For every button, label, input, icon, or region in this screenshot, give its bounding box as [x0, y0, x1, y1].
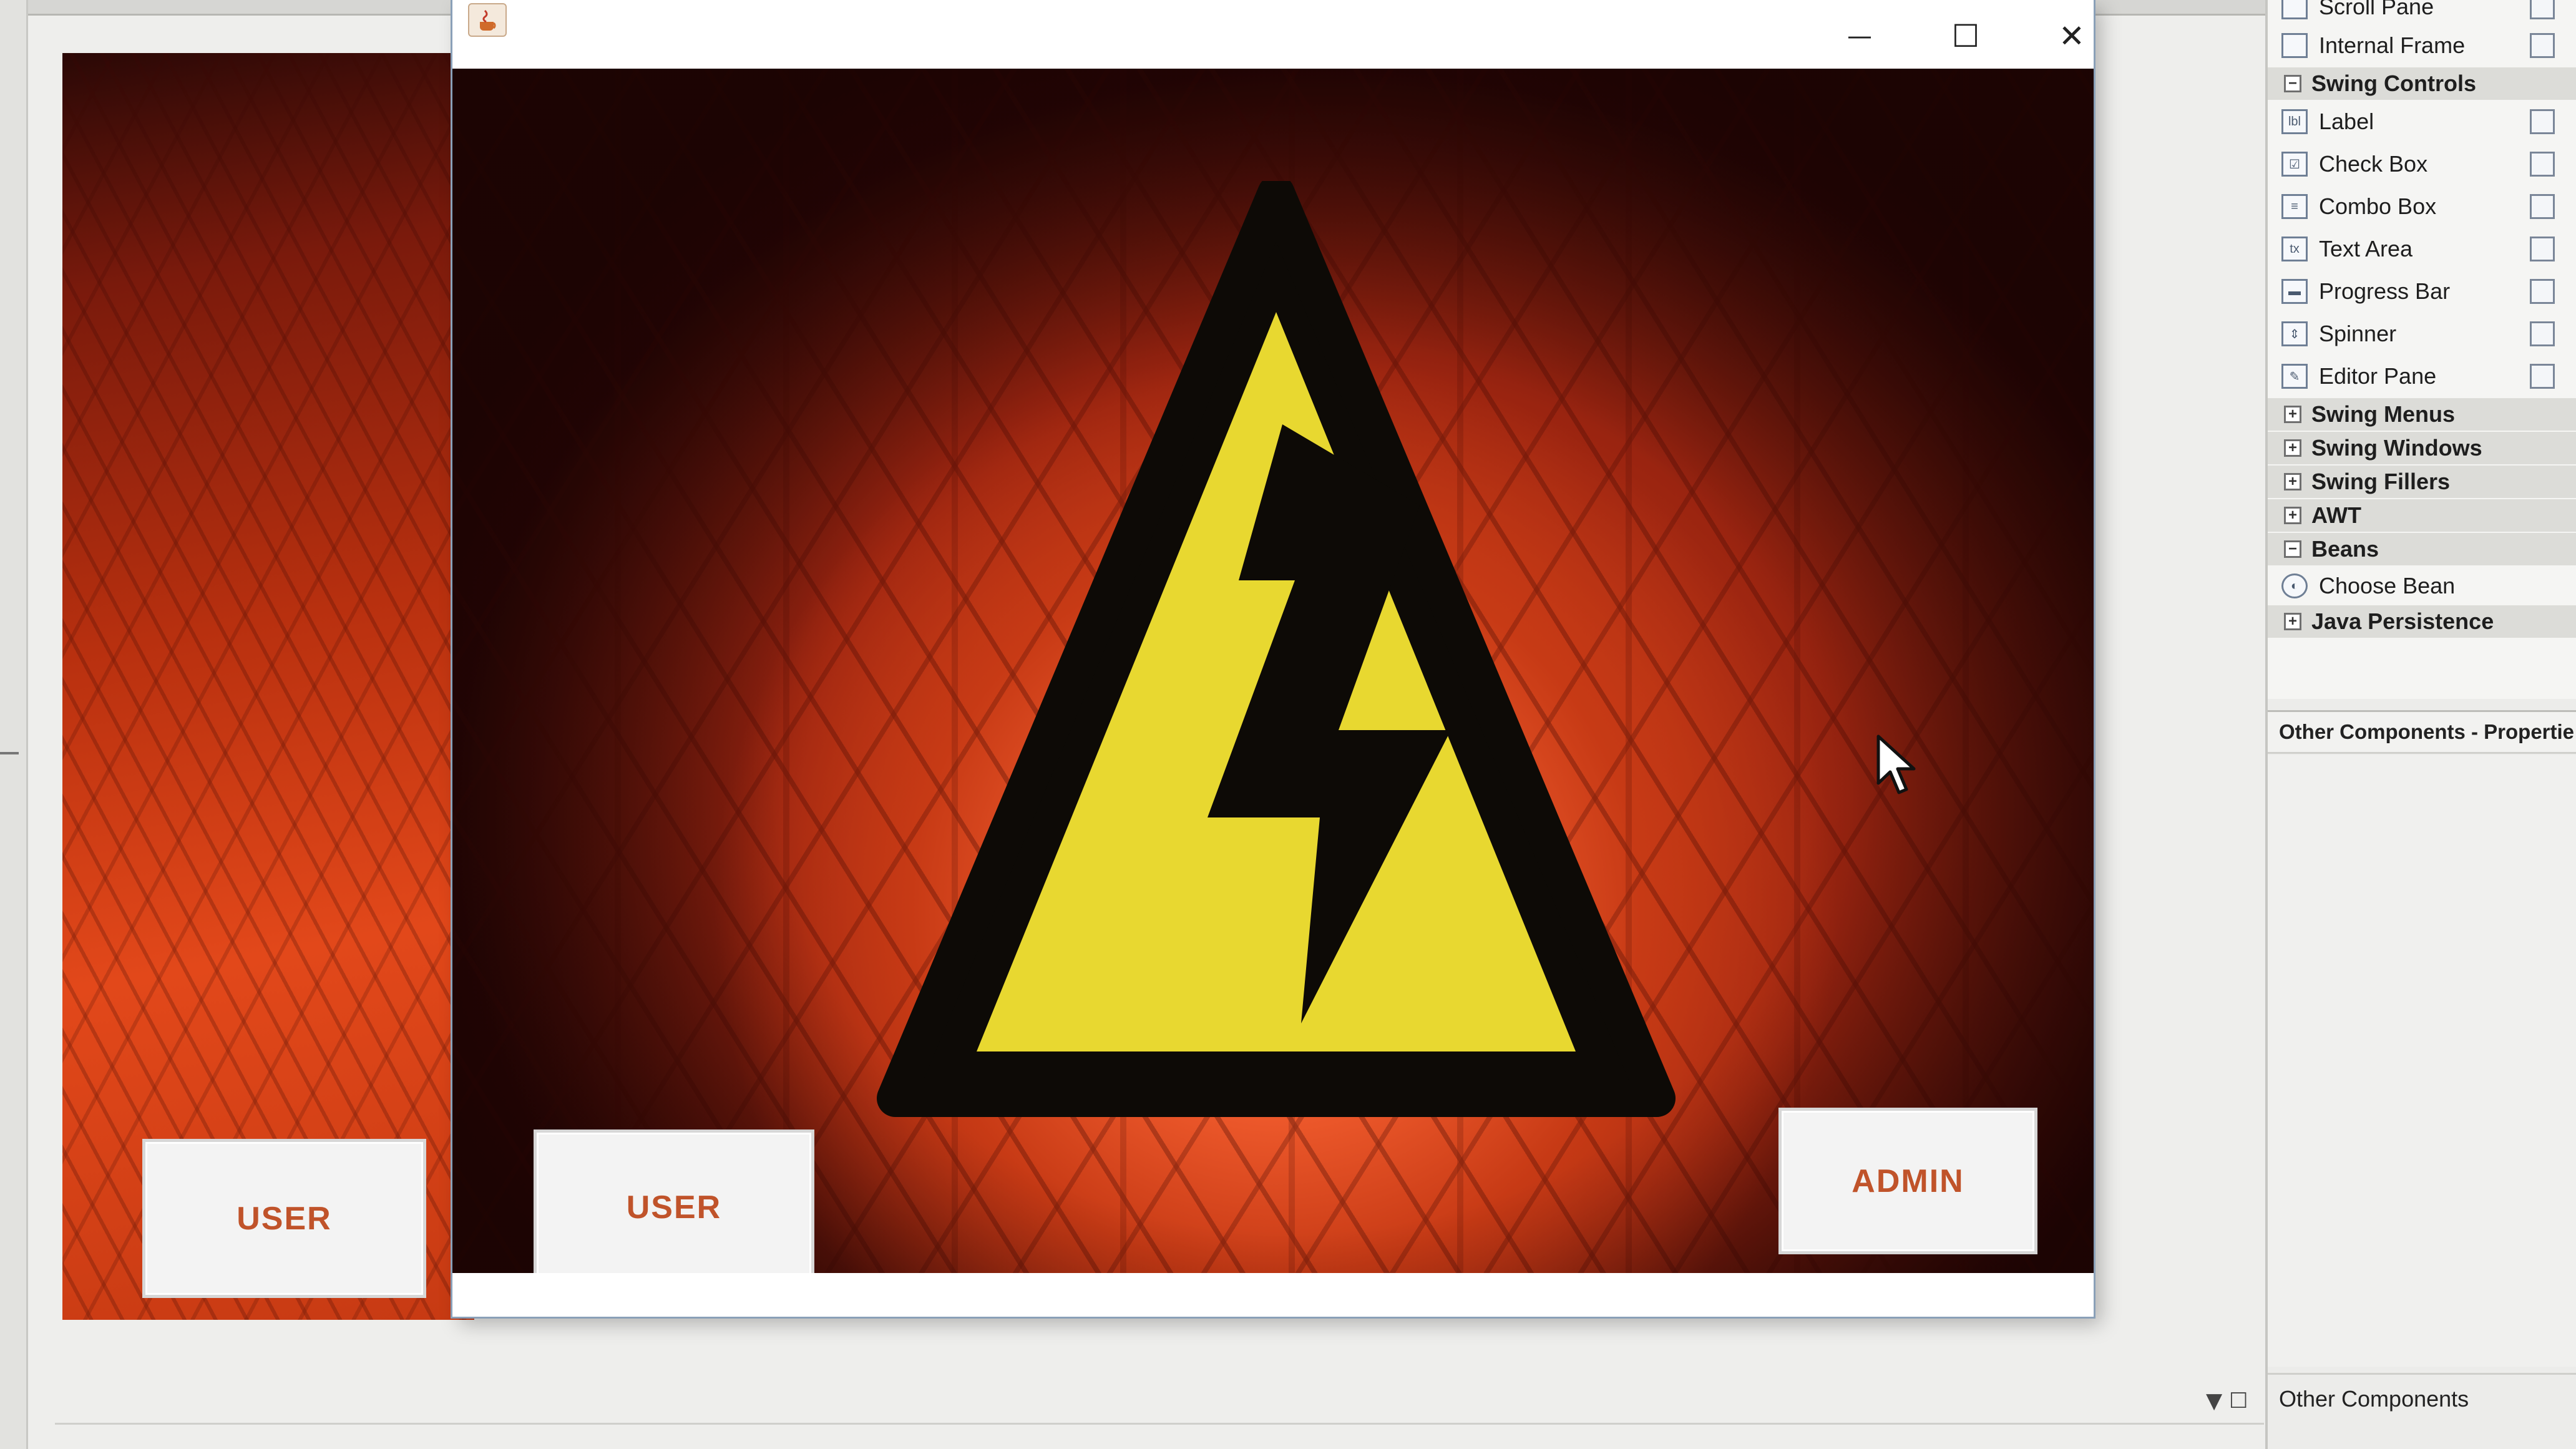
admin-button[interactable]: ADMIN — [1778, 1108, 2037, 1254]
palette-item-progress-bar[interactable]: ▬ Progress Bar — [2268, 271, 2576, 312]
window-titlebar[interactable]: — ☐ ✕ — [452, 0, 2094, 69]
palette-item-scroll-pane[interactable]: Scroll Pane — [2268, 0, 2576, 27]
maximize-button[interactable]: ☐ — [1928, 11, 2003, 61]
collapse-marker[interactable] — [0, 752, 19, 754]
collapse-icon: − — [2284, 75, 2301, 92]
palette-item-check-box[interactable]: ☑ Check Box — [2268, 144, 2576, 185]
tower-background-image — [62, 53, 474, 1320]
category-swing-controls[interactable]: − Swing Controls — [2268, 67, 2576, 100]
label-icon: lbl — [2281, 109, 2308, 134]
palette-item-text-area[interactable]: tx Text Area — [2268, 228, 2576, 270]
main-app-window: — ☐ ✕ USER ADMIN — [452, 0, 2094, 1317]
separator-icon — [2530, 321, 2555, 346]
maximize-icon[interactable]: ☐ — [2229, 1388, 2248, 1413]
minimize-button[interactable]: — — [1822, 11, 1897, 61]
spinner-icon: ⇕ — [2281, 321, 2308, 346]
category-swing-fillers[interactable]: + Swing Fillers — [2268, 466, 2576, 498]
minimize-icon: — — [1847, 22, 1872, 51]
properties-panel-title[interactable]: Other Components - Propertie — [2268, 710, 2576, 754]
scroll-pane-icon — [2281, 0, 2308, 19]
component-palette: Scroll Pane Internal Frame − Swing Contr… — [2265, 0, 2576, 1449]
palette-item-label[interactable]: lbl Label — [2268, 101, 2576, 142]
formatted-field-icon — [2530, 279, 2555, 304]
category-awt[interactable]: + AWT — [2268, 499, 2576, 532]
java-icon[interactable] — [468, 3, 507, 37]
palette-item-combo-box[interactable]: ≡ Combo Box — [2268, 186, 2576, 227]
category-beans[interactable]: − Beans — [2268, 533, 2576, 565]
other-components-tab[interactable]: Other Components — [2268, 1373, 2576, 1423]
expand-icon: + — [2284, 613, 2301, 630]
category-swing-windows[interactable]: + Swing Windows — [2268, 432, 2576, 464]
bottom-divider — [55, 1423, 2264, 1425]
category-java-persistence[interactable]: + Java Persistence — [2268, 605, 2576, 638]
bottom-panel-controls[interactable]: ▼ ☐ — [2206, 1388, 2248, 1413]
window-content-image: USER ADMIN — [452, 69, 2094, 1273]
palette-item-choose-bean[interactable]: ◐ Choose Bean — [2268, 565, 2576, 607]
expand-icon: + — [2284, 473, 2301, 490]
collapse-icon: − — [2284, 540, 2301, 558]
close-button[interactable]: ✕ — [2034, 11, 2109, 61]
bean-icon: ◐ — [2281, 573, 2308, 598]
maximize-icon: ☐ — [1951, 18, 1980, 54]
palette-icon — [2530, 33, 2555, 58]
palette-item-internal-frame[interactable]: Internal Frame — [2268, 25, 2576, 66]
mouse-cursor-icon — [1876, 734, 1916, 794]
text-area-icon: tx — [2281, 237, 2308, 261]
properties-panel-body — [2268, 755, 2576, 1367]
editor-pane-icon: ✎ — [2281, 364, 2308, 389]
chevron-down-icon[interactable]: ▼ — [2206, 1388, 2222, 1413]
internal-frame-icon — [2281, 33, 2308, 58]
close-icon: ✕ — [2059, 18, 2085, 54]
progress-bar-icon: ▬ — [2281, 279, 2308, 304]
palette-icon — [2530, 0, 2555, 19]
category-swing-menus[interactable]: + Swing Menus — [2268, 398, 2576, 431]
combo-box-icon: ≡ — [2281, 194, 2308, 219]
tree-icon — [2530, 364, 2555, 389]
user-button[interactable]: USER — [534, 1129, 814, 1273]
palette-item-spinner[interactable]: ⇕ Spinner — [2268, 313, 2576, 354]
ide-left-strip — [0, 0, 28, 1449]
high-voltage-warning-icon — [877, 181, 1676, 1117]
expand-icon: + — [2284, 439, 2301, 457]
list-icon — [2530, 194, 2555, 219]
palette-item-editor-pane[interactable]: ✎ Editor Pane — [2268, 356, 2576, 397]
expand-icon: + — [2284, 507, 2301, 524]
radio-button-icon — [2530, 152, 2555, 177]
background-user-button[interactable]: USER — [142, 1139, 426, 1298]
check-box-icon: ☑ — [2281, 152, 2308, 177]
expand-icon: + — [2284, 406, 2301, 423]
button-icon — [2530, 109, 2555, 134]
scrollbar-icon — [2530, 237, 2555, 261]
palette-list: Scroll Pane Internal Frame − Swing Contr… — [2268, 0, 2576, 699]
background-form-preview: USER — [62, 53, 474, 1320]
